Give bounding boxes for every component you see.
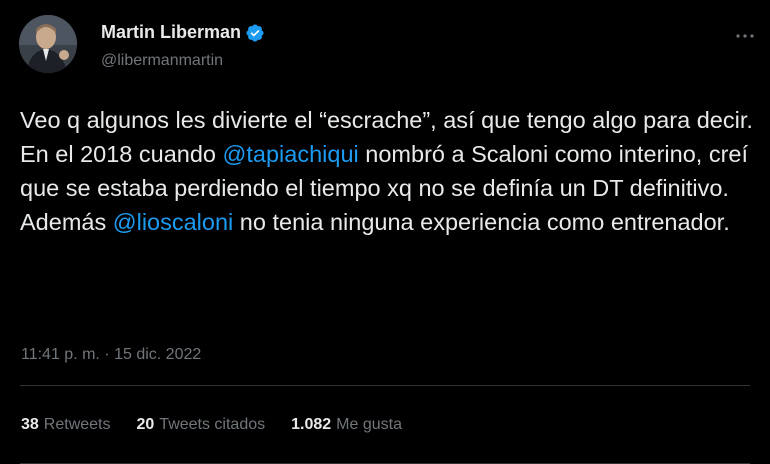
author-handle[interactable]: @libermanmartin — [101, 52, 223, 70]
engagement-stats: 38 Retweets 20 Tweets citados 1.082 Me g… — [21, 416, 428, 434]
tweet-text-segment: no tenia ninguna experiencia como entren… — [233, 209, 730, 235]
author-name[interactable]: Martin Liberman — [101, 22, 241, 43]
tweet-timestamp[interactable]: 11:41 p. m. · 15 dic. 2022 — [21, 346, 201, 364]
mention-link[interactable]: @tapiachiqui — [223, 141, 359, 167]
quote-tweets-count: 20 — [136, 416, 155, 433]
avatar[interactable] — [19, 15, 77, 73]
more-options-icon[interactable] — [733, 24, 757, 48]
author-name-row[interactable]: Martin Liberman — [101, 22, 265, 43]
tweet-text: Veo q algunos les divierte el “escrache”… — [20, 103, 755, 239]
retweets-count: 38 — [21, 416, 39, 433]
divider — [20, 385, 750, 386]
quote-tweets-label: Tweets citados — [159, 416, 266, 433]
likes-label: Me gusta — [336, 416, 402, 433]
mention-link[interactable]: @lioscaloni — [113, 209, 234, 235]
avatar-image — [19, 15, 77, 73]
retweets-stat[interactable]: 38 Retweets — [21, 416, 111, 434]
likes-count: 1.082 — [291, 416, 332, 433]
tweet-card: Martin Liberman @libermanmartin Veo q al… — [0, 0, 770, 464]
verified-badge-icon[interactable] — [245, 23, 265, 43]
likes-stat[interactable]: 1.082 Me gusta — [291, 416, 402, 434]
quote-tweets-stat[interactable]: 20 Tweets citados — [137, 416, 266, 434]
retweets-label: Retweets — [43, 416, 111, 433]
